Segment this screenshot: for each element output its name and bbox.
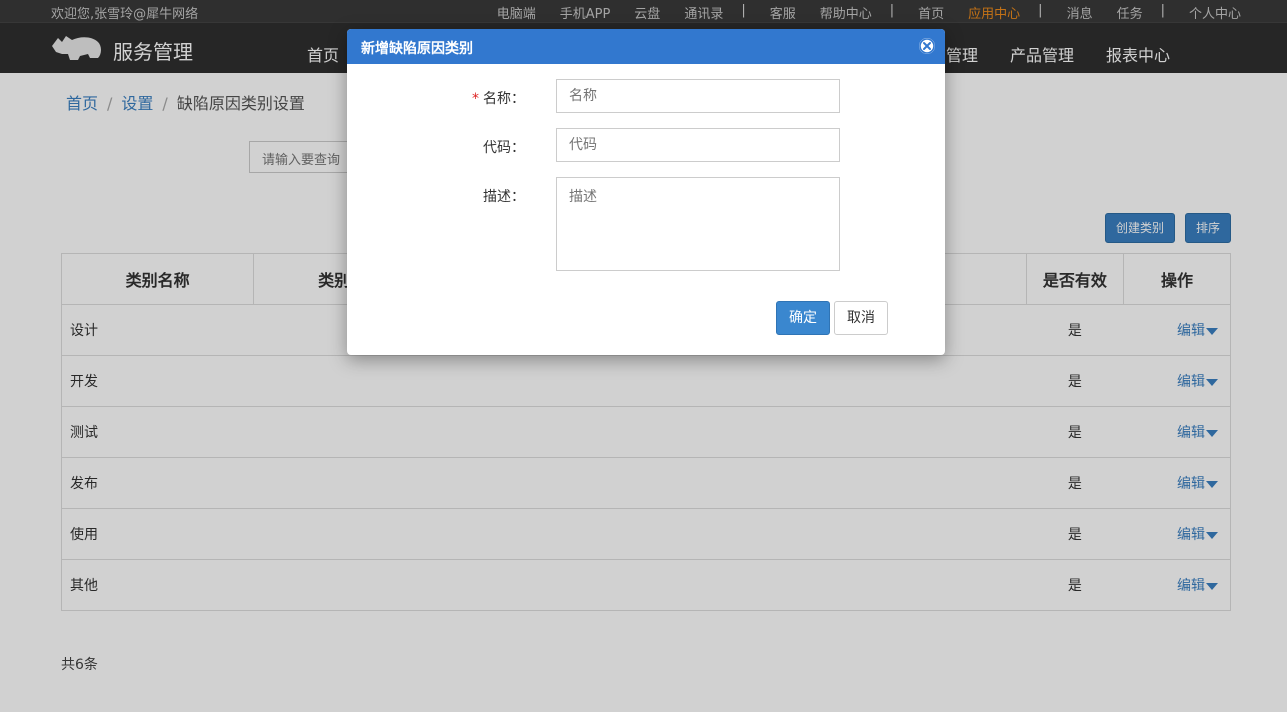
description-label: 描述： xyxy=(483,189,525,205)
confirm-button[interactable]: 确定 xyxy=(776,301,830,335)
close-x-icon[interactable] xyxy=(919,38,935,54)
close-icon[interactable] xyxy=(919,38,935,54)
name-label: * 名称： xyxy=(472,88,525,108)
code-input[interactable] xyxy=(556,128,840,162)
name-input[interactable] xyxy=(556,79,840,113)
cancel-button[interactable]: 取消 xyxy=(834,301,888,335)
add-category-dialog: 新增缺陷原因类别 *名称： 代码： 描述： 确定 取消 xyxy=(347,29,945,355)
code-label: 代码： xyxy=(483,140,525,156)
required-mark: * xyxy=(472,91,479,107)
dialog-title: 新增缺陷原因类别 xyxy=(361,41,473,57)
description-textarea[interactable] xyxy=(556,177,840,271)
name-label-text: 名称： xyxy=(483,91,525,107)
dialog-header: 新增缺陷原因类别 xyxy=(347,29,945,64)
